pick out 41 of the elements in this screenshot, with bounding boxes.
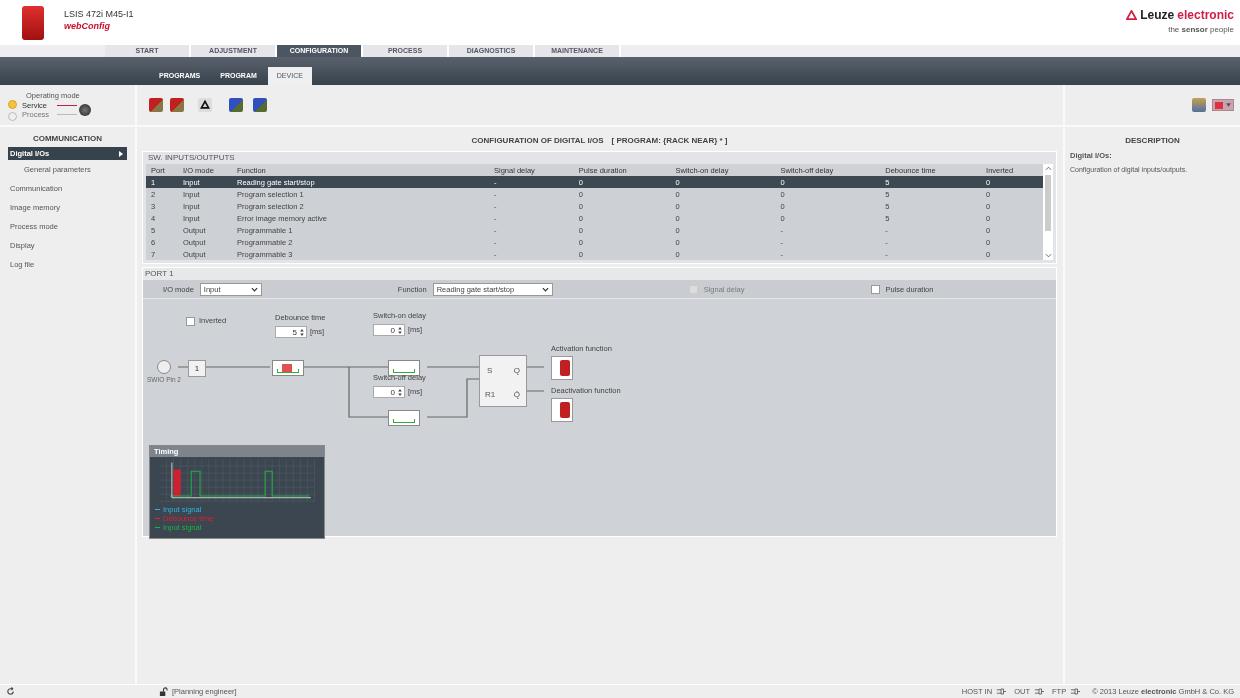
chevron-down-icon[interactable] bbox=[1044, 253, 1052, 258]
pulse-duration-checkbox[interactable] bbox=[870, 284, 880, 294]
delay-block-icon bbox=[388, 410, 420, 426]
pin-connector-icon bbox=[157, 360, 171, 374]
program-name: [ PROGRAM: {RACK NEAR} * ] bbox=[611, 136, 728, 145]
inverted-checkbox[interactable] bbox=[186, 317, 195, 326]
lock-icon bbox=[159, 687, 168, 696]
switch-off-spinner[interactable]: 0 bbox=[373, 386, 405, 398]
plug-icon bbox=[1033, 688, 1044, 695]
description-title: DESCRIPTION bbox=[1124, 135, 1181, 147]
triangle-logo-icon bbox=[1126, 10, 1138, 20]
chevron-down-icon bbox=[541, 286, 549, 292]
scrollbar[interactable] bbox=[1043, 164, 1053, 260]
debounce-block-icon bbox=[272, 360, 304, 376]
logic-gate: 1 bbox=[188, 360, 206, 377]
delay-block-icon bbox=[388, 360, 420, 376]
chevron-down-icon bbox=[250, 286, 258, 292]
flip-flop-pin: S bbox=[487, 366, 493, 375]
device-name: LSIS 472i M45-I1 bbox=[64, 9, 134, 19]
mode-switch-knob[interactable] bbox=[79, 104, 91, 116]
plug-icon bbox=[996, 688, 1007, 695]
section-title: PORT 1 bbox=[143, 268, 1056, 280]
flip-flop-pin: Q̄ bbox=[513, 390, 520, 399]
sensor-icon[interactable] bbox=[551, 398, 573, 422]
plug-icon bbox=[1070, 688, 1081, 695]
caret-icon bbox=[1226, 103, 1231, 107]
flip-flop-pin: R1 bbox=[485, 390, 496, 399]
section-title: SW. INPUTS/OUTPUTS bbox=[147, 152, 236, 164]
app-name: webConfig bbox=[64, 21, 111, 31]
sidebar-title: COMMUNICATION bbox=[31, 133, 104, 145]
add-dropdown-button[interactable] bbox=[1212, 99, 1234, 111]
debounce-spinner[interactable]: 5 bbox=[275, 326, 307, 338]
page-title: CONFIGURATION OF DIGITAL I/OS bbox=[471, 136, 604, 145]
flip-flop-pin: Q bbox=[513, 366, 520, 375]
switch-on-spinner[interactable]: 0 bbox=[373, 324, 405, 336]
tagline: the sensor people bbox=[1168, 25, 1234, 34]
sensor-icon[interactable] bbox=[551, 356, 573, 380]
brand-name: Leuze bbox=[1140, 8, 1175, 22]
chevron-up-icon[interactable] bbox=[1044, 166, 1052, 171]
refresh-icon[interactable] bbox=[6, 687, 15, 696]
brand-name-accent: electronic bbox=[1177, 8, 1234, 22]
